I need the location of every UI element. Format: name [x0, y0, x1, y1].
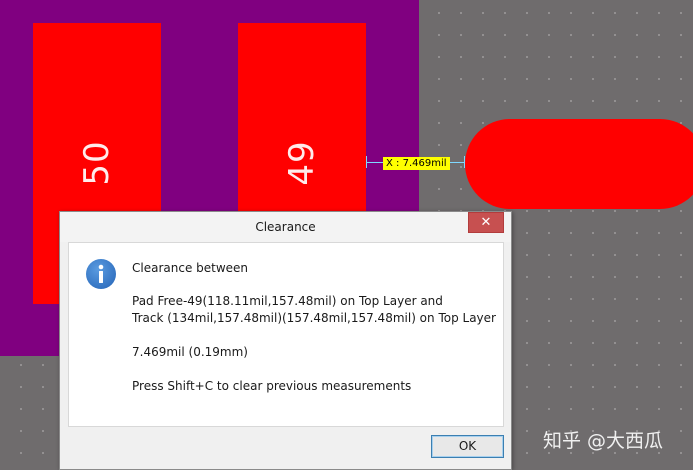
info-icon: [86, 259, 116, 289]
measurement-tick-right: [464, 156, 465, 168]
dialog-message-area: Clearance between Pad Free-49(118.11mil,…: [68, 242, 504, 427]
clearance-value: 7.469mil (0.19mm): [132, 345, 248, 359]
message-line: Pad Free-49(118.11mil,157.48mil) on Top …: [132, 294, 443, 308]
measurement-badge: X : 7.469mil: [383, 157, 450, 170]
dialog-titlebar[interactable]: Clearance ✕: [60, 212, 511, 242]
message-hint: Press Shift+C to clear previous measurem…: [132, 379, 412, 393]
dialog-title: Clearance: [255, 220, 316, 234]
close-button[interactable]: ✕: [468, 212, 504, 233]
close-icon: ✕: [480, 215, 492, 230]
watermark: 知乎 @大西瓜: [543, 430, 664, 452]
measurement-tick-left: [366, 156, 367, 168]
message-heading: Clearance between: [132, 261, 249, 275]
clearance-dialog: Clearance ✕ Clearance between Pad Free-4…: [59, 211, 512, 470]
ok-button[interactable]: OK: [431, 435, 504, 458]
message-line: Track (134mil,157.48mil)(157.48mil,157.4…: [132, 311, 496, 325]
track[interactable]: [465, 119, 693, 209]
pad-designator: 50: [77, 140, 117, 186]
pad-designator: 49: [282, 140, 322, 186]
